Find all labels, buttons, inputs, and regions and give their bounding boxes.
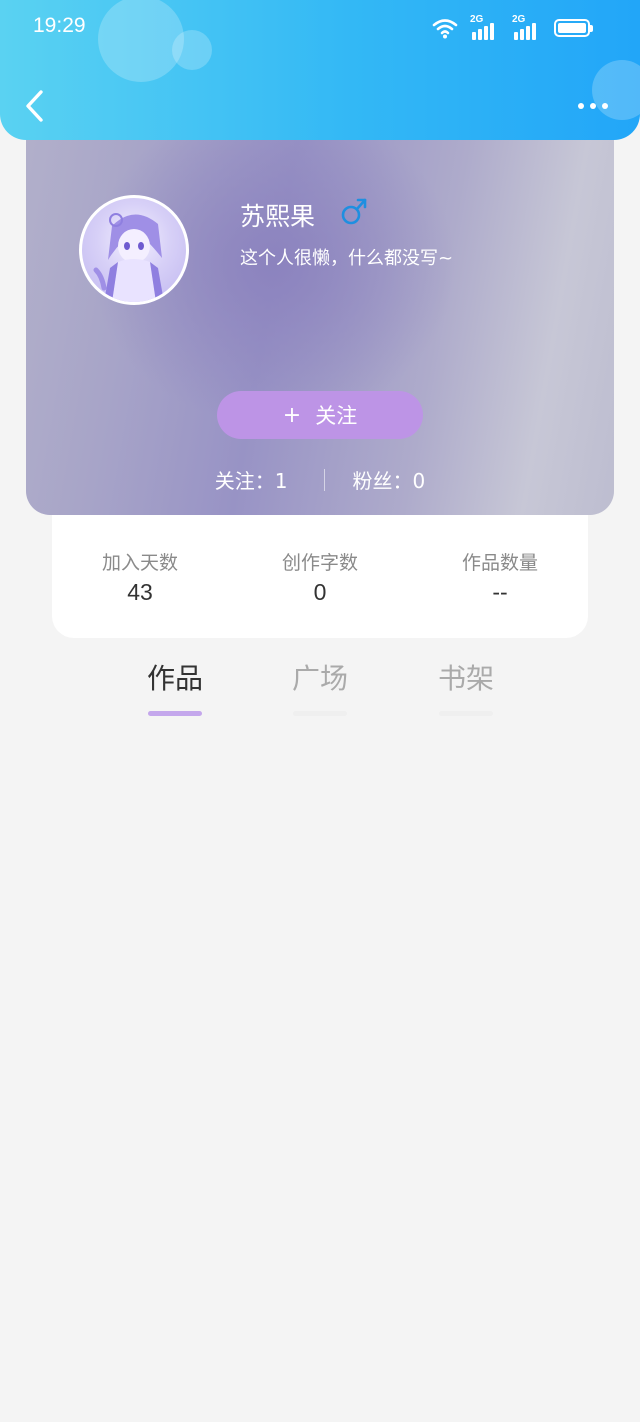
signal-icon: 2G	[470, 14, 500, 40]
stat-join-days: 加入天数 43	[60, 548, 220, 606]
divider	[323, 468, 325, 491]
stat-value: 0	[313, 579, 327, 605]
stat-value: 43	[127, 579, 153, 605]
stat-label: 作品数量	[461, 552, 538, 574]
signal-icon: 2G	[512, 14, 542, 40]
followers-count[interactable]: 粉丝：0	[353, 465, 426, 494]
tab-indicator	[439, 711, 493, 716]
stat-word-count: 创作字数 0	[240, 548, 400, 606]
stat-works-count: 作品数量 --	[420, 548, 580, 606]
tab-plaza[interactable]: 广场	[280, 657, 360, 716]
tab-label: 作品	[146, 662, 203, 695]
stat-value: --	[492, 579, 508, 605]
user-bio: 这个人很懒，什么都没写~	[240, 248, 454, 269]
follow-stats: 关注：1 粉丝：0	[26, 465, 614, 494]
status-time: 19:29	[33, 14, 86, 37]
tab-label: 书架	[437, 662, 494, 695]
decorative-bubble	[172, 30, 212, 70]
follow-button[interactable]: + 关注	[217, 391, 423, 439]
follow-button-label: 关注	[315, 404, 358, 428]
stats-card: 加入天数 43 创作字数 0 作品数量 --	[52, 515, 588, 638]
status-icons: 2G 2G	[432, 14, 593, 40]
male-icon	[341, 198, 367, 225]
battery-icon	[554, 19, 593, 37]
top-header: 19:29 2G 2G	[0, 0, 640, 140]
more-button[interactable]	[578, 96, 610, 116]
wifi-icon	[432, 19, 458, 39]
tab-indicator	[293, 711, 347, 716]
avatar[interactable]	[79, 195, 189, 305]
profile-card: 苏熙果 这个人很懒，什么都没写~ + 关注 关注：1 粉丝：0	[26, 110, 614, 515]
tab-indicator	[148, 711, 202, 716]
stat-label: 创作字数	[281, 552, 358, 574]
back-button[interactable]	[20, 88, 50, 124]
more-dots-icon	[578, 103, 584, 109]
plus-icon: +	[282, 402, 302, 428]
tab-works[interactable]: 作品	[135, 657, 215, 716]
stat-label: 加入天数	[101, 552, 178, 574]
decorative-bubble	[98, 0, 184, 82]
following-count[interactable]: 关注：1	[215, 465, 288, 494]
tab-bookshelf[interactable]: 书架	[426, 657, 506, 716]
tab-label: 广场	[291, 662, 348, 695]
avatar-image	[93, 213, 164, 302]
username: 苏熙果	[240, 202, 316, 231]
